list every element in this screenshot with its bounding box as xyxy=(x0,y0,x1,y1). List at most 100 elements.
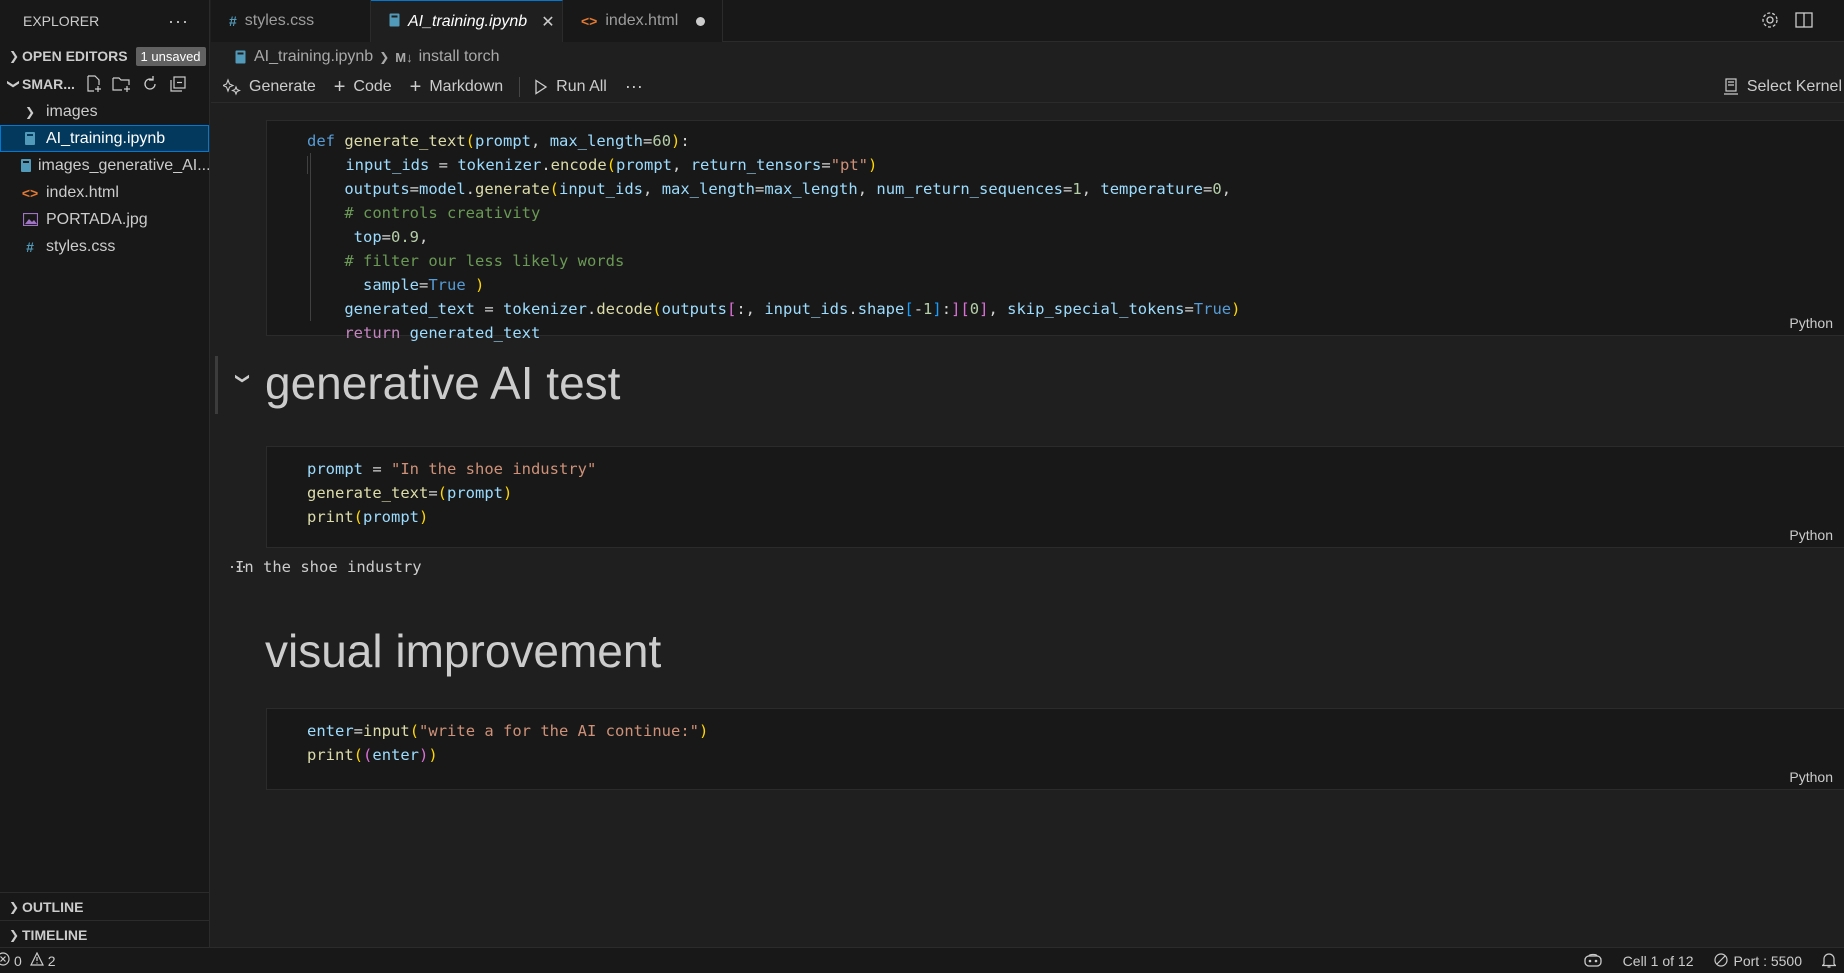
explorer-title: EXPLORER xyxy=(23,13,100,29)
port-indicator[interactable]: Port : 5500 xyxy=(1713,952,1803,970)
breadcrumb: AI_training.ipynb ❯ M↓ install torch xyxy=(211,43,1844,71)
markdown-heading[interactable]: generative AI test xyxy=(265,356,620,410)
refresh-icon[interactable] xyxy=(139,73,161,95)
toolbar-more-icon[interactable]: ··· xyxy=(625,76,643,97)
split-editor-icon[interactable] xyxy=(1794,10,1814,35)
select-kernel-button[interactable]: Select Kernel xyxy=(1723,71,1842,103)
run-all-label: Run All xyxy=(556,77,607,95)
add-markdown-button[interactable]: + Markdown xyxy=(410,77,504,97)
warning-count: 2 xyxy=(47,952,56,969)
html-icon: <> xyxy=(581,13,598,29)
timeline-section[interactable]: ❯ TIMELINE xyxy=(0,920,210,948)
code-cell[interactable]: enter=input("write a for the AI continue… xyxy=(266,708,1844,790)
sparkle-icon xyxy=(223,77,241,96)
no-entry-icon xyxy=(1713,952,1728,970)
file-label: PORTADA.jpg xyxy=(46,210,148,228)
open-editors-section[interactable]: ❯ OPEN EDITORS 1 unsaved xyxy=(0,42,209,70)
chevron-right-icon: ❯ xyxy=(379,50,390,64)
explorer-more-icon[interactable]: ··· xyxy=(168,11,189,32)
chevron-right-icon: ❯ xyxy=(8,49,20,63)
bell-icon[interactable] xyxy=(1821,952,1837,971)
notebook-icon xyxy=(235,50,246,64)
toolbar-divider xyxy=(519,76,521,97)
notebook-icon xyxy=(389,13,400,30)
notebook-editor: def generate_text(prompt, max_length=60)… xyxy=(211,104,1844,947)
generate-label: Generate xyxy=(249,77,316,95)
workspace-folder[interactable]: ❯ SMAR... xyxy=(0,70,209,98)
tab-label: styles.css xyxy=(244,12,315,29)
chevron-right-icon: ❯ xyxy=(8,927,20,942)
file-label: images_generative_AI... xyxy=(38,156,209,174)
collapse-all-icon[interactable] xyxy=(167,73,189,95)
markdown-heading[interactable]: visual improvement xyxy=(265,624,661,678)
chevron-down-icon: ❯ xyxy=(7,78,21,90)
error-count: 0 xyxy=(14,952,22,969)
copilot-icon[interactable] xyxy=(1583,952,1603,971)
tab-styles-css[interactable]: # styles.css xyxy=(211,0,371,42)
code-block[interactable]: enter=input("write a for the AI continue… xyxy=(307,719,708,767)
close-icon[interactable]: ✕ xyxy=(541,12,554,32)
status-bar: 0 2 Cell 1 of 12 Port : 5500 xyxy=(0,947,1844,973)
notebook-toolbar: Generate + Code + Markdown Run All ··· S… xyxy=(211,71,1844,103)
warning-icon xyxy=(29,951,44,969)
breadcrumb-section[interactable]: install torch xyxy=(419,48,500,66)
add-code-button[interactable]: + Code xyxy=(334,77,392,97)
cell-language-label[interactable]: Python xyxy=(1789,527,1833,543)
file-label: index.html xyxy=(46,183,119,201)
notebook-icon xyxy=(20,131,40,146)
editor-tabs: # styles.css AI_training.ipynb ✕ <> inde… xyxy=(211,0,1844,42)
tree-item-styles-css[interactable]: # styles.css xyxy=(0,233,209,260)
image-file-icon xyxy=(20,213,40,226)
timeline-label: TIMELINE xyxy=(22,926,88,943)
code-cell[interactable]: def generate_text(prompt, max_length=60)… xyxy=(266,120,1844,342)
outline-label: OUTLINE xyxy=(22,898,84,915)
css-icon: # xyxy=(26,238,34,255)
chevron-down-icon[interactable]: ❯ xyxy=(234,373,251,385)
css-icon: # xyxy=(229,13,237,29)
chevron-right-icon: ❯ xyxy=(24,104,36,119)
generate-button[interactable]: Generate xyxy=(223,78,316,96)
tree-item-index-html[interactable]: <> index.html xyxy=(0,179,209,206)
cell-position[interactable]: Cell 1 of 12 xyxy=(1623,953,1694,969)
kernel-icon xyxy=(1723,78,1739,96)
plus-icon: + xyxy=(409,75,422,98)
tree-item-images[interactable]: ❯ images xyxy=(0,98,209,125)
tab-label: AI_training.ipynb xyxy=(408,12,528,30)
unsaved-dot-icon[interactable] xyxy=(696,16,706,26)
problems-indicator[interactable]: 0 2 xyxy=(0,951,56,969)
new-file-icon[interactable] xyxy=(83,73,105,95)
file-label: AI_training.ipynb xyxy=(46,129,166,147)
file-label: images xyxy=(46,102,98,120)
select-kernel-label: Select Kernel xyxy=(1746,78,1842,95)
tab-ai-training[interactable]: AI_training.ipynb ✕ xyxy=(371,0,563,42)
breadcrumb-file[interactable]: AI_training.ipynb xyxy=(254,48,373,66)
file-label: styles.css xyxy=(46,237,116,255)
error-icon xyxy=(0,952,10,969)
cell-focus-bar xyxy=(215,356,218,414)
code-block[interactable]: prompt = "In the shoe industry" generate… xyxy=(307,457,596,529)
markdown-label: Markdown xyxy=(429,77,504,95)
open-editors-label: OPEN EDITORS xyxy=(22,48,128,64)
tab-index-html[interactable]: <> index.html xyxy=(563,0,723,42)
play-icon xyxy=(534,78,548,95)
tree-item-images-generative[interactable]: images_generative_AI... xyxy=(0,152,209,179)
tree-item-ai-training[interactable]: AI_training.ipynb xyxy=(0,125,209,152)
run-all-button[interactable]: Run All xyxy=(534,78,607,96)
code-block[interactable]: def generate_text(prompt, max_length=60)… xyxy=(307,129,1240,345)
port-label: Port : 5500 xyxy=(1733,953,1803,969)
tree-item-portada[interactable]: PORTADA.jpg xyxy=(0,206,209,233)
new-folder-icon[interactable] xyxy=(111,73,133,95)
folder-name: SMAR... xyxy=(22,76,75,92)
tab-label: index.html xyxy=(605,12,679,29)
cell-language-label[interactable]: Python xyxy=(1789,769,1833,785)
outline-section[interactable]: ❯ OUTLINE xyxy=(0,892,210,920)
cell-language-label[interactable]: Python xyxy=(1789,315,1833,331)
gear-icon[interactable] xyxy=(1760,10,1780,35)
chevron-right-icon: ❯ xyxy=(8,899,20,914)
explorer-header: EXPLORER ··· xyxy=(0,0,209,42)
code-cell[interactable]: prompt = "In the shoe industry" generate… xyxy=(266,446,1844,548)
unsaved-badge: 1 unsaved xyxy=(135,46,206,66)
cell-output: In the shoe industry xyxy=(235,558,422,576)
explorer-sidebar: EXPLORER ··· ❯ OPEN EDITORS 1 unsaved ❯ … xyxy=(0,0,210,947)
notebook-icon xyxy=(20,158,32,173)
